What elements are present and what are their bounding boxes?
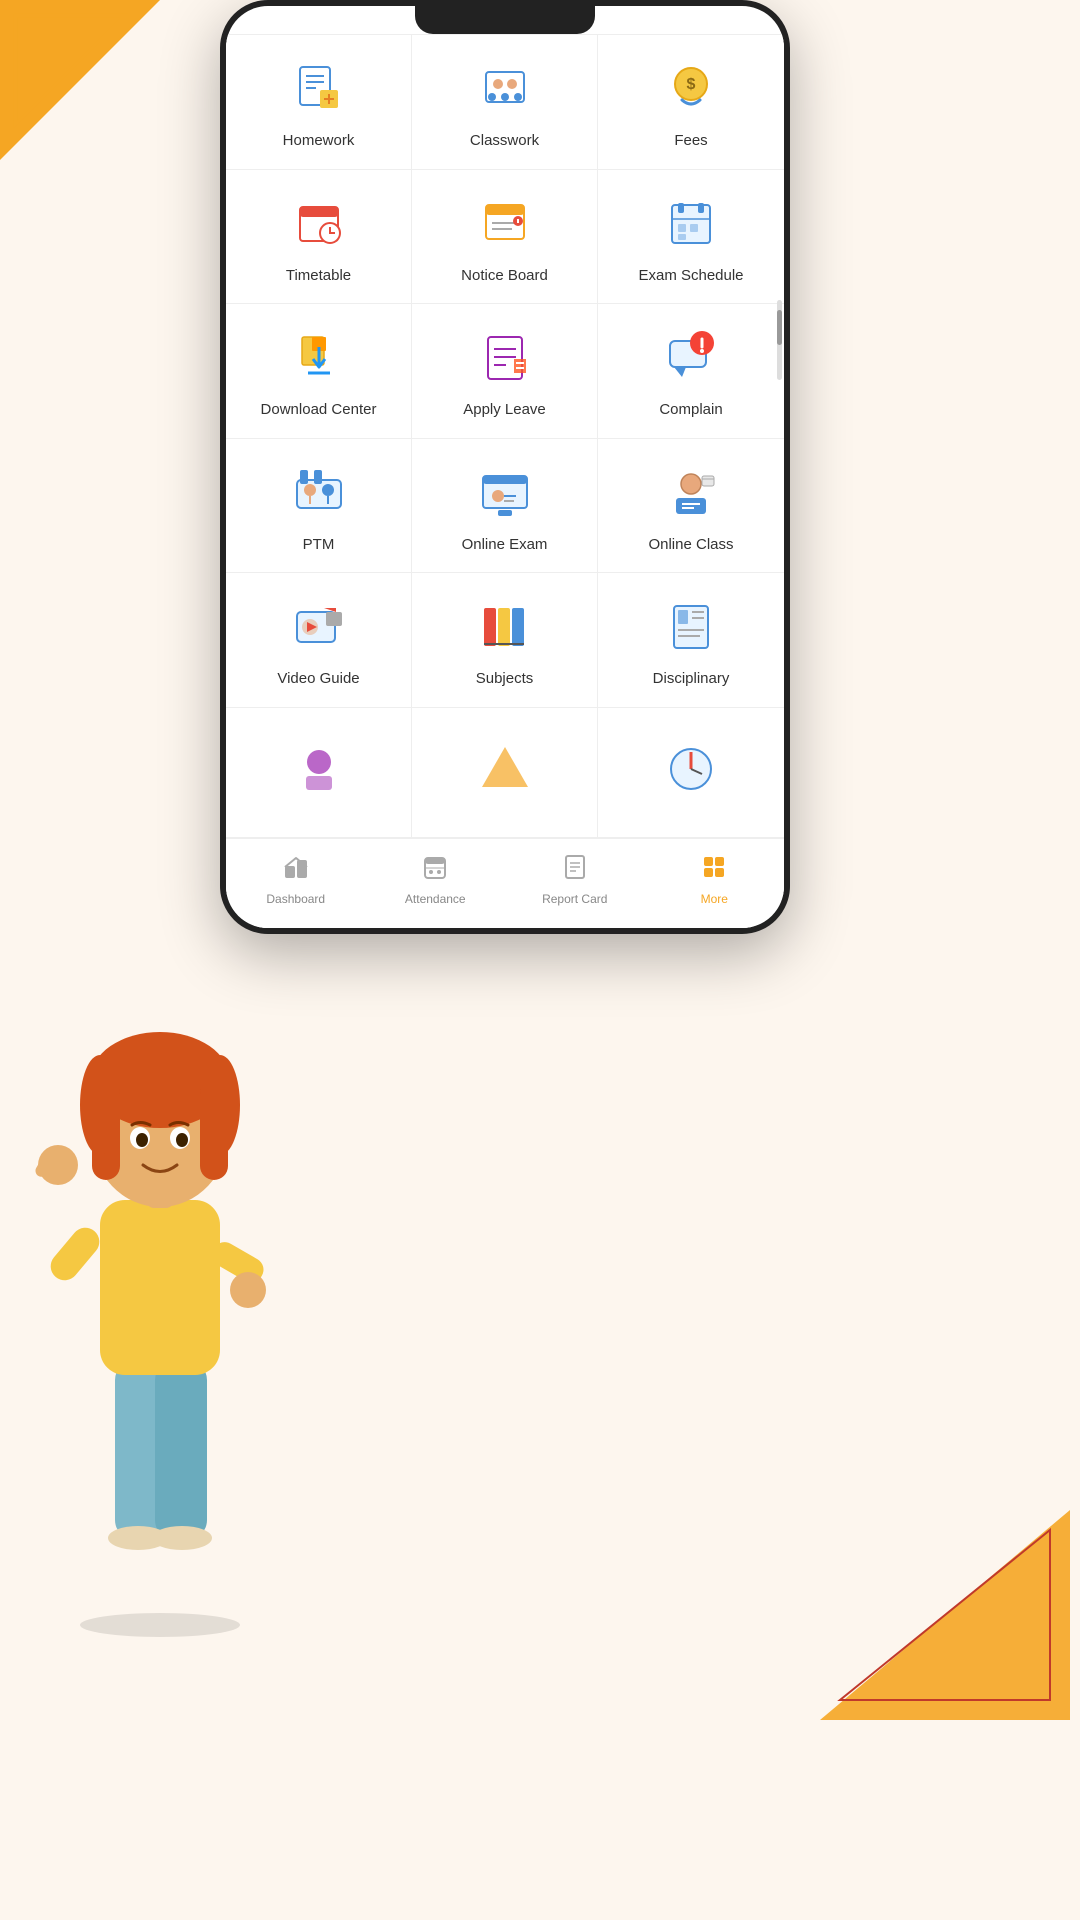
menu-item-exam-schedule[interactable]: Exam Schedule bbox=[598, 170, 784, 305]
menu-item-more3[interactable] bbox=[598, 708, 784, 838]
report-card-nav-icon bbox=[561, 853, 589, 888]
menu-item-homework[interactable]: Homework bbox=[226, 35, 412, 170]
report-card-nav-label: Report Card bbox=[542, 892, 607, 906]
exam-schedule-icon bbox=[659, 192, 723, 256]
more2-icon bbox=[473, 737, 537, 801]
menu-item-video-guide[interactable]: Video Guide bbox=[226, 573, 412, 708]
online-exam-label: Online Exam bbox=[462, 535, 548, 555]
character-figure bbox=[0, 940, 320, 1640]
phone-container: Homework Classwork $ Fees Timetable Notice Bo… bbox=[220, 0, 790, 1020]
app-content: Homework Classwork $ Fees Timetable Notice Bo… bbox=[226, 34, 784, 928]
more-nav-label: More bbox=[701, 892, 728, 906]
deco-outline-top-left bbox=[10, 10, 130, 130]
menu-item-timetable[interactable]: Timetable bbox=[226, 170, 412, 305]
timetable-label: Timetable bbox=[286, 266, 351, 286]
ptm-icon bbox=[287, 461, 351, 525]
classwork-icon bbox=[473, 57, 537, 121]
complain-label: Complain bbox=[659, 400, 722, 420]
menu-grid: Homework Classwork $ Fees Timetable Notice Bo… bbox=[226, 34, 784, 838]
nav-item-dashboard[interactable]: Dashboard bbox=[226, 847, 366, 912]
homework-label: Homework bbox=[283, 131, 355, 151]
notice-board-icon bbox=[473, 192, 537, 256]
exam-schedule-label: Exam Schedule bbox=[638, 266, 743, 286]
menu-item-ptm[interactable]: PTM bbox=[226, 439, 412, 574]
nav-item-report-card[interactable]: Report Card bbox=[505, 847, 645, 912]
complain-icon bbox=[659, 326, 723, 390]
more1-icon bbox=[287, 737, 351, 801]
menu-item-disciplinary[interactable]: Disciplinary bbox=[598, 573, 784, 708]
dashboard-nav-label: Dashboard bbox=[266, 892, 325, 906]
menu-item-fees[interactable]: $ Fees bbox=[598, 35, 784, 170]
video-guide-label: Video Guide bbox=[277, 669, 359, 689]
download-center-label: Download Center bbox=[261, 400, 377, 420]
deco-triangle-bottom-right bbox=[810, 1500, 1070, 1720]
disciplinary-label: Disciplinary bbox=[653, 669, 730, 689]
classwork-label: Classwork bbox=[470, 131, 539, 151]
nav-item-more[interactable]: More bbox=[645, 847, 785, 912]
apply-leave-label: Apply Leave bbox=[463, 400, 546, 420]
more-nav-icon bbox=[700, 853, 728, 888]
menu-item-online-exam[interactable]: Online Exam bbox=[412, 439, 598, 574]
subjects-icon bbox=[473, 595, 537, 659]
menu-item-online-class[interactable]: Online Class bbox=[598, 439, 784, 574]
attendance-nav-label: Attendance bbox=[405, 892, 466, 906]
nav-item-attendance[interactable]: Attendance bbox=[366, 847, 506, 912]
menu-item-subjects[interactable]: Subjects bbox=[412, 573, 598, 708]
menu-item-complain[interactable]: Complain bbox=[598, 304, 784, 439]
download-center-icon bbox=[287, 326, 351, 390]
attendance-nav-icon bbox=[421, 853, 449, 888]
video-guide-icon bbox=[287, 595, 351, 659]
phone-body: Homework Classwork $ Fees Timetable Notice Bo… bbox=[220, 0, 790, 934]
scroll-indicator[interactable] bbox=[777, 300, 782, 380]
homework-icon bbox=[287, 57, 351, 121]
fees-label: Fees bbox=[674, 131, 707, 151]
fees-icon: $ bbox=[659, 57, 723, 121]
notice-board-label: Notice Board bbox=[461, 266, 548, 286]
online-class-icon bbox=[659, 461, 723, 525]
scroll-thumb bbox=[777, 310, 782, 345]
ptm-label: PTM bbox=[303, 535, 335, 555]
dashboard-nav-icon bbox=[282, 853, 310, 888]
svg-text:$: $ bbox=[687, 76, 696, 93]
apply-leave-icon bbox=[473, 326, 537, 390]
menu-item-download-center[interactable]: Download Center bbox=[226, 304, 412, 439]
menu-item-notice-board[interactable]: Notice Board bbox=[412, 170, 598, 305]
bottom-nav: Dashboard Attendance Report Card More bbox=[226, 838, 784, 928]
online-class-label: Online Class bbox=[648, 535, 733, 555]
subjects-label: Subjects bbox=[476, 669, 534, 689]
menu-item-more1[interactable] bbox=[226, 708, 412, 838]
phone-notch bbox=[415, 6, 595, 34]
menu-item-more2[interactable] bbox=[412, 708, 598, 838]
more3-icon bbox=[659, 737, 723, 801]
timetable-icon bbox=[287, 192, 351, 256]
menu-item-classwork[interactable]: Classwork bbox=[412, 35, 598, 170]
menu-item-apply-leave[interactable]: Apply Leave bbox=[412, 304, 598, 439]
disciplinary-icon bbox=[659, 595, 723, 659]
online-exam-icon bbox=[473, 461, 537, 525]
